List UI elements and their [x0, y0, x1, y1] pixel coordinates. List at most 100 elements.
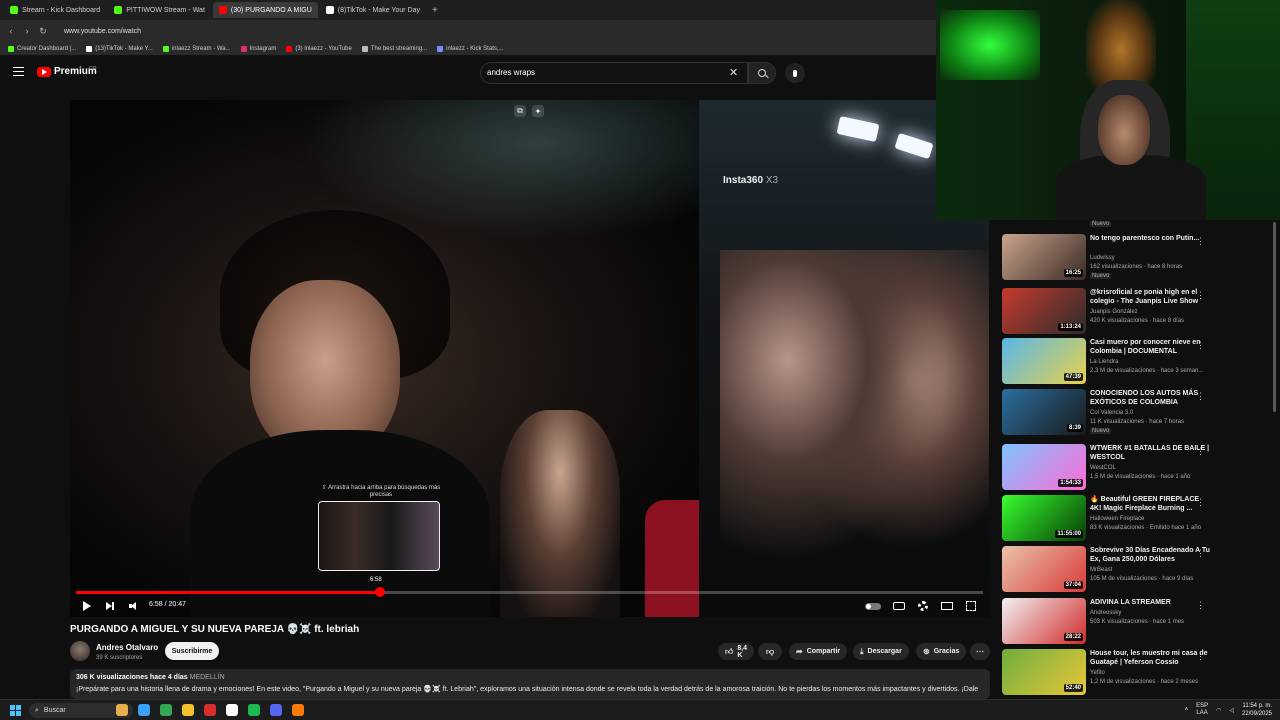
bookmark-item[interactable]: Creator Dashboard |... — [8, 45, 76, 52]
more-options-icon[interactable]: ⋮ — [1196, 290, 1205, 301]
description-box[interactable]: 306 K visualizaciones hace 4 días MEDELL… — [70, 669, 990, 699]
recommended-video-title[interactable]: House tour, les muestro mi casa de Guata… — [1090, 649, 1210, 667]
reload-icon[interactable]: ↻ — [38, 26, 48, 37]
recommended-video-title[interactable]: Casi muero por conocer nieve en Colombia… — [1090, 338, 1210, 356]
recommended-channel-name[interactable]: Yefito — [1090, 670, 1105, 676]
recommended-video[interactable]: 8:39 CONOCIENDO LOS AUTOS MÁS EXÓTICOS DE… — [1002, 389, 1272, 437]
video-thumbnail[interactable]: 1:13:24 — [1002, 288, 1086, 334]
share-button[interactable]: ➦ Compartir — [789, 643, 848, 660]
browser-tab[interactable]: Stream - Kick Dashboard — [4, 2, 106, 18]
recommended-video[interactable]: 28:22 ADIVINA LA STREAMER Andreossky 503 K … — [1002, 598, 1272, 646]
mute-button[interactable] — [129, 600, 137, 612]
bookmark-item[interactable]: (3) inlaezz - YouTube — [286, 45, 352, 52]
subscribe-button[interactable]: Suscribirme — [165, 642, 219, 660]
taskbar-app-icon[interactable] — [138, 704, 150, 716]
bookmark-item[interactable]: inlaezz Stream - Wa... — [162, 45, 231, 52]
sparkle-icon[interactable]: ✦ — [532, 105, 544, 117]
browser-tab[interactable]: (8)TikTok - Make Your Day — [320, 2, 426, 18]
dislike-button[interactable]: 👎︎ — [758, 643, 782, 660]
more-options-icon[interactable]: ⋮ — [1196, 600, 1205, 611]
search-input[interactable] — [487, 68, 717, 77]
more-options-icon[interactable]: ⋮ — [1196, 446, 1205, 457]
chevron-up-icon[interactable]: ˄ — [1185, 707, 1189, 713]
recommended-channel-name[interactable]: Halloween Fireplace — [1090, 516, 1144, 522]
recommended-video[interactable]: 1:54:33 WTWERK #1 BATALLAS DE BAILE | WES… — [1002, 444, 1272, 492]
video-thumbnail[interactable]: 16:25 — [1002, 234, 1086, 280]
like-button[interactable]: 👍︎ 8,4 K — [718, 643, 754, 660]
video-thumbnail[interactable]: 11:55:00 — [1002, 495, 1086, 541]
more-options-icon[interactable]: ⋮ — [1196, 340, 1205, 351]
taskbar-app-icon[interactable] — [248, 704, 260, 716]
video-thumbnail[interactable]: 52:40 — [1002, 649, 1086, 695]
bookmark-item[interactable]: Instagram — [240, 45, 276, 52]
progress-bar[interactable] — [76, 587, 983, 597]
video-thumbnail[interactable]: 37:04 — [1002, 546, 1086, 592]
search-button[interactable] — [748, 62, 776, 84]
taskbar-app-icon[interactable] — [116, 704, 128, 716]
video-thumbnail[interactable]: 1:54:33 — [1002, 444, 1086, 490]
recommended-video-title[interactable]: CONOCIENDO LOS AUTOS MÁS EXÓTICOS DE COL… — [1090, 389, 1210, 407]
more-options-icon[interactable]: ⋮ — [1196, 651, 1205, 662]
bookmark-item[interactable]: The best streaming... — [361, 45, 427, 52]
download-button[interactable]: ⤓ Descargar — [853, 643, 909, 660]
recommended-video-title[interactable]: @krisroficial se ponia high en el colegi… — [1090, 288, 1210, 306]
location-tag[interactable]: MEDELLÍN — [190, 674, 225, 681]
recommended-channel-name[interactable]: WestCOL — [1090, 465, 1116, 471]
channel-name[interactable]: Andres Otalvaro — [96, 643, 158, 652]
recommended-video-title[interactable]: No tengo parentesco con Putin... — [1090, 234, 1210, 243]
new-tab-button[interactable]: + — [428, 5, 442, 16]
recommended-video[interactable]: 47:39 Casi muero por conocer nieve en Col… — [1002, 338, 1272, 386]
bookmark-item[interactable]: (13)TikTok - Make Y... — [86, 45, 153, 52]
more-actions-button[interactable]: ⋯ — [970, 643, 990, 660]
recommended-channel-name[interactable]: MrBeast — [1090, 567, 1112, 573]
wifi-icon[interactable]: ◠ — [1216, 707, 1221, 714]
forward-icon[interactable]: › — [22, 26, 32, 36]
video-thumbnail[interactable]: 28:22 — [1002, 598, 1086, 644]
video-player[interactable]: Insta360 X3 ⧉ ✦ ⇧ Arrastra hacia arriba … — [70, 100, 989, 617]
recommended-video[interactable]: 37:04 Sobrevive 30 Días Encadenado A Tu E… — [1002, 546, 1272, 594]
recommended-channel-name[interactable]: Col Valencia 3.0 — [1090, 410, 1133, 416]
youtube-premium-logo[interactable]: Premium — [37, 66, 97, 77]
language-indicator[interactable]: ESP LAA — [1196, 703, 1208, 717]
voice-search-button[interactable] — [785, 63, 805, 83]
thanks-button[interactable]: ⊛ Gracias — [916, 643, 967, 660]
recommended-channel-name[interactable]: Juanpis González — [1090, 309, 1138, 315]
sidebar-scrollbar[interactable] — [1273, 222, 1276, 412]
recommended-video-title[interactable]: ADIVINA LA STREAMER — [1090, 598, 1210, 607]
subtitles-button[interactable] — [893, 600, 905, 612]
taskbar-app-icon[interactable] — [226, 704, 238, 716]
theater-mode-button[interactable] — [941, 600, 953, 612]
taskbar-app-icon[interactable] — [292, 704, 304, 716]
windows-start-icon[interactable] — [10, 705, 21, 716]
recommended-video[interactable]: 1:13:24 @krisroficial se ponia high en el… — [1002, 288, 1272, 336]
miniplayer-icon[interactable]: ⧉ — [514, 105, 526, 117]
browser-tab[interactable]: (30) PURGANDO A MIGU — [212, 2, 318, 18]
video-thumbnail[interactable]: 47:39 — [1002, 338, 1086, 384]
back-icon[interactable]: ‹ — [6, 26, 16, 36]
play-button[interactable] — [83, 600, 91, 612]
taskbar-app-icon[interactable] — [204, 704, 216, 716]
recommended-video[interactable]: 52:40 House tour, les muestro mi casa de … — [1002, 649, 1272, 697]
search-clear-icon[interactable]: ✕ — [729, 66, 738, 79]
autoplay-toggle[interactable] — [865, 600, 881, 612]
more-options-icon[interactable]: ⋮ — [1196, 391, 1205, 402]
next-button[interactable] — [106, 600, 114, 612]
channel-avatar[interactable] — [70, 641, 90, 661]
settings-button[interactable] — [918, 600, 928, 612]
video-thumbnail[interactable]: 8:39 — [1002, 389, 1086, 435]
more-options-icon[interactable]: ⋮ — [1196, 497, 1205, 508]
recommended-video[interactable]: 11:55:00 🔥 Beautiful GREEN FIREPLACE 4K! … — [1002, 495, 1272, 543]
fullscreen-button[interactable] — [966, 600, 976, 612]
more-options-icon[interactable]: ⋮ — [1196, 236, 1205, 247]
url-field[interactable]: www.youtube.com/watch — [64, 28, 141, 35]
more-options-icon[interactable]: ⋮ — [1196, 548, 1205, 559]
taskbar-app-icon[interactable] — [160, 704, 172, 716]
speaker-icon[interactable]: ◁ — [1229, 707, 1234, 714]
clock[interactable]: 11:54 p. m. 22/09/2025 — [1242, 702, 1272, 718]
recommended-channel-name[interactable]: La Liendra — [1090, 359, 1118, 365]
recommended-channel-name[interactable]: Ludwissy — [1090, 255, 1115, 261]
recommended-video-title[interactable]: 🔥 Beautiful GREEN FIREPLACE 4K! Magic Fi… — [1090, 495, 1210, 513]
recommended-channel-name[interactable]: Andreossky — [1090, 610, 1121, 616]
hamburger-menu-icon[interactable] — [13, 67, 24, 76]
recommended-video-title[interactable]: Sobrevive 30 Días Encadenado A Tu Ex, Ga… — [1090, 546, 1210, 564]
